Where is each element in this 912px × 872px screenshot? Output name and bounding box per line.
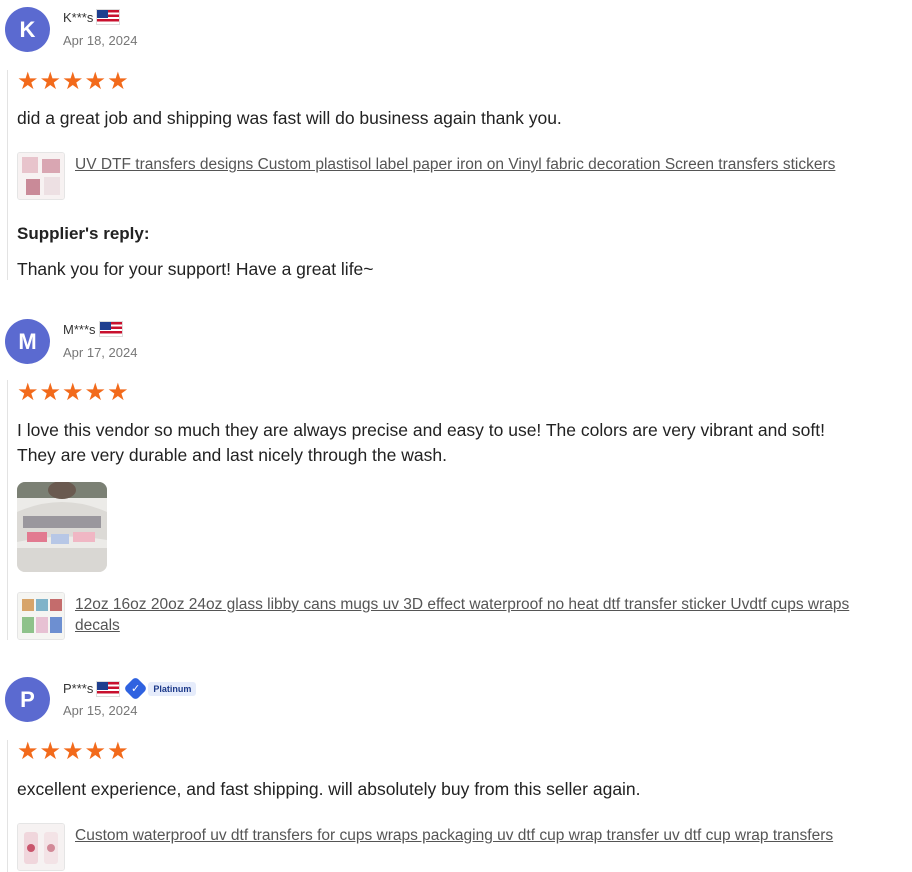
reviewer-name: P***s ✓ Platinum (63, 676, 197, 701)
reviewer-name: M***s (63, 321, 123, 337)
avatar: K (5, 7, 50, 52)
review-divider (7, 380, 8, 640)
us-flag-icon (98, 321, 123, 337)
reviewer-username: M***s (63, 321, 96, 337)
star-icon: ★ (84, 738, 107, 765)
star-icon: ★ (17, 68, 39, 95)
star-icon: ★ (84, 379, 107, 406)
verified-shield-icon: ✓ (123, 676, 148, 701)
avatar: M (5, 319, 50, 364)
star-icon: ★ (39, 738, 62, 765)
review-date: Apr 17, 2024 (63, 345, 138, 360)
star-rating: ★ ★ ★ ★ ★ (17, 381, 129, 405)
review-photo[interactable] (17, 482, 107, 572)
us-flag-icon (96, 9, 121, 25)
product-title-link[interactable]: UV DTF transfers designs Custom plastiso… (75, 154, 895, 175)
product-title-link[interactable]: 12oz 16oz 20oz 24oz glass libby cans mug… (75, 594, 895, 636)
star-icon: ★ (107, 379, 129, 406)
review-text: I love this vendor so much they are alwa… (17, 420, 825, 440)
supplier-reply-title: Supplier's reply: (17, 224, 150, 243)
review-date: Apr 18, 2024 (63, 33, 138, 48)
product-link[interactable]: UV DTF transfers designs Custom plastiso… (17, 152, 895, 200)
badge-label: Platinum (148, 681, 197, 696)
review-date: Apr 15, 2024 (63, 703, 138, 718)
avatar: P (5, 677, 50, 722)
product-link[interactable]: Custom waterproof uv dtf transfers for c… (17, 823, 895, 871)
product-link[interactable]: 12oz 16oz 20oz 24oz glass libby cans mug… (17, 592, 895, 640)
platinum-badge: ✓ Platinum (123, 676, 197, 701)
reviewer-name: K***s (63, 9, 121, 25)
review-text: They are very durable and last nicely th… (17, 445, 447, 465)
product-title-link[interactable]: Custom waterproof uv dtf transfers for c… (75, 825, 895, 846)
star-rating: ★ ★ ★ ★ ★ (17, 70, 129, 94)
star-icon: ★ (62, 379, 84, 406)
star-icon: ★ (17, 738, 39, 765)
star-icon: ★ (62, 68, 84, 95)
reviewer-username: P***s (63, 681, 94, 696)
product-thumbnail[interactable] (17, 592, 65, 640)
product-thumbnail[interactable] (17, 823, 65, 871)
review-text: excellent experience, and fast shipping.… (17, 779, 641, 799)
product-thumbnail[interactable] (17, 152, 65, 200)
reviewer-username: K***s (63, 9, 94, 25)
supplier-reply-text: Thank you for your support! Have a great… (17, 259, 374, 279)
star-rating: ★ ★ ★ ★ ★ (17, 740, 129, 764)
star-icon: ★ (17, 379, 39, 406)
star-icon: ★ (107, 68, 129, 95)
review-divider (7, 740, 8, 872)
review-text: did a great job and shipping was fast wi… (17, 108, 562, 128)
star-icon: ★ (39, 68, 62, 95)
us-flag-icon (96, 680, 121, 697)
star-icon: ★ (107, 738, 129, 765)
star-icon: ★ (62, 738, 84, 765)
star-icon: ★ (84, 68, 107, 95)
star-icon: ★ (39, 379, 62, 406)
review-divider (7, 70, 8, 280)
